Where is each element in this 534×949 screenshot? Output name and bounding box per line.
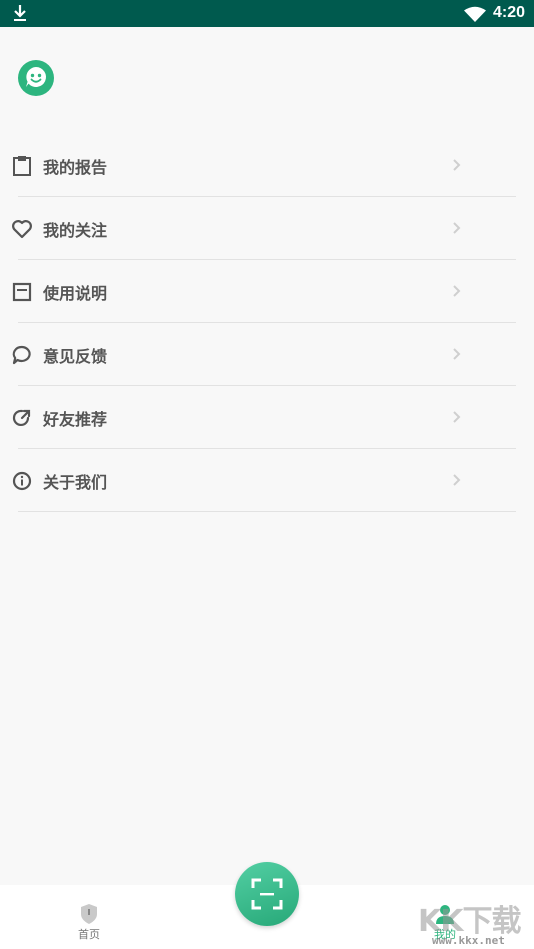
speech-bubble-icon [12, 345, 31, 365]
status-bar: 4:20 [0, 0, 534, 27]
tab-home-label: 首页 [78, 928, 100, 941]
menu-item-label: 意见反馈 [43, 347, 108, 366]
divider [18, 511, 516, 512]
heart-icon [12, 220, 32, 239]
tab-home[interactable]: 首页 [59, 885, 119, 949]
menu-item-my-report[interactable]: 我的报告 [0, 134, 534, 197]
menu-item-label: 好友推荐 [43, 410, 108, 429]
status-time: 4:20 [493, 4, 526, 21]
menu-item-instructions[interactable]: 使用说明 [0, 260, 534, 323]
chat-smile-logo-icon[interactable] [18, 60, 54, 96]
wifi-icon [464, 6, 486, 22]
watermark-logo: KK下载 www.kkx.net [418, 896, 532, 948]
share-icon [12, 409, 31, 427]
clipboard-icon [13, 156, 31, 176]
menu-item-feedback[interactable]: 意见反馈 [0, 323, 534, 386]
menu-item-my-follows[interactable]: 我的关注 [0, 197, 534, 260]
scan-icon [251, 878, 283, 910]
menu-item-about-us[interactable]: 关于我们 [0, 449, 534, 512]
shield-icon [81, 904, 97, 924]
watermark-url: www.kkx.net [432, 934, 505, 947]
profile-header [0, 27, 534, 134]
chevron-right-icon [453, 222, 461, 234]
scan-button[interactable] [235, 862, 299, 926]
chevron-right-icon [453, 285, 461, 297]
chevron-right-icon [453, 474, 461, 486]
menu-item-label: 我的报告 [43, 158, 108, 177]
chevron-right-icon [453, 348, 461, 360]
menu-item-label: 我的关注 [43, 221, 108, 240]
download-icon [14, 5, 26, 21]
info-icon [12, 471, 32, 491]
menu-item-label: 关于我们 [43, 473, 108, 492]
settings-menu: 我的报告 我的关注 使用说明 意见反馈 好友推荐 关于我们 [0, 134, 534, 512]
document-icon [12, 282, 32, 302]
chevron-right-icon [453, 411, 461, 423]
chevron-right-icon [453, 159, 461, 171]
menu-item-label: 使用说明 [43, 284, 108, 303]
menu-item-recommend-friends[interactable]: 好友推荐 [0, 386, 534, 449]
